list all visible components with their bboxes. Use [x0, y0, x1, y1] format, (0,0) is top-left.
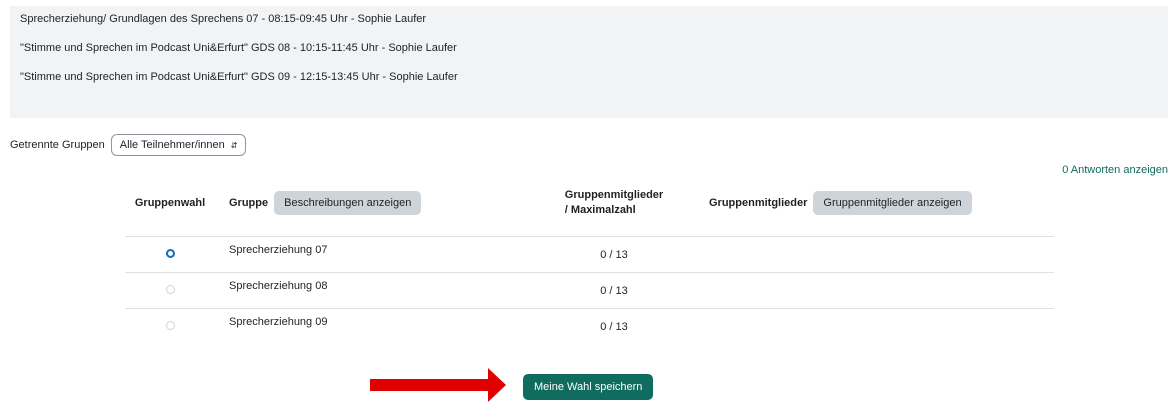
group-name: Sprecherziehung 08 [229, 279, 328, 292]
group-radio-08[interactable] [165, 284, 175, 294]
table-row: Sprecherziehung 08 0 / 13 [125, 272, 1054, 309]
group-radio-09[interactable] [165, 320, 175, 330]
group-count: 0 / 13 [600, 284, 628, 297]
header-choice-label: Gruppenwahl [134, 197, 206, 209]
description-panel: Sprecherziehung/ Grundlagen des Sprechen… [10, 6, 1168, 118]
show-descriptions-button[interactable]: Beschreibungen anzeigen [274, 191, 422, 215]
table-header-row: Gruppenwahl Gruppe Beschreibungen anzeig… [125, 170, 1054, 237]
group-select[interactable]: Alle Teilnehmer/innen ⇵ [110, 134, 247, 156]
header-choice: Gruppenwahl [125, 170, 215, 237]
header-members-label: Gruppenmitglieder [709, 197, 808, 209]
red-arrow-icon [370, 368, 506, 402]
group-name: Sprecherziehung 09 [229, 315, 328, 328]
group-count: 0 / 13 [600, 320, 628, 333]
description-line: "Stimme und Sprechen im Podcast Uni&Erfu… [20, 71, 458, 83]
header-group: Gruppe Beschreibungen anzeigen [215, 170, 519, 237]
show-responses-link[interactable]: 0 Antworten anzeigen [1062, 164, 1168, 176]
group-mode-selector: Getrennte Gruppen Alle Teilnehmer/innen … [10, 134, 247, 156]
table-row: Sprecherziehung 09 0 / 13 [125, 308, 1054, 344]
group-select-value: Alle Teilnehmer/innen [119, 139, 225, 151]
header-members: Gruppenmitglieder Gruppenmitglieder anze… [709, 170, 1054, 237]
group-name: Sprecherziehung 07 [229, 243, 328, 256]
group-count: 0 / 13 [600, 248, 628, 261]
group-choice-table: Gruppenwahl Gruppe Beschreibungen anzeig… [125, 170, 1054, 344]
save-choice-button[interactable]: Meine Wahl speichern [523, 374, 654, 400]
table-row: Sprecherziehung 07 0 / 13 [125, 236, 1054, 273]
header-count-line1: Gruppenmitglieder [564, 189, 664, 201]
header-count-line2: / Maximalzahl [564, 204, 636, 216]
description-line: "Stimme und Sprechen im Podcast Uni&Erfu… [20, 42, 457, 54]
updown-caret-icon: ⇵ [230, 140, 238, 150]
group-mode-label: Getrennte Gruppen [10, 139, 105, 151]
group-radio-07[interactable] [165, 248, 175, 258]
description-line: Sprecherziehung/ Grundlagen des Sprechen… [20, 13, 427, 25]
show-members-button[interactable]: Gruppenmitglieder anzeigen [813, 191, 972, 215]
header-group-label: Gruppe [229, 197, 269, 209]
header-count: Gruppenmitglieder / Maximalzahl [519, 170, 709, 237]
